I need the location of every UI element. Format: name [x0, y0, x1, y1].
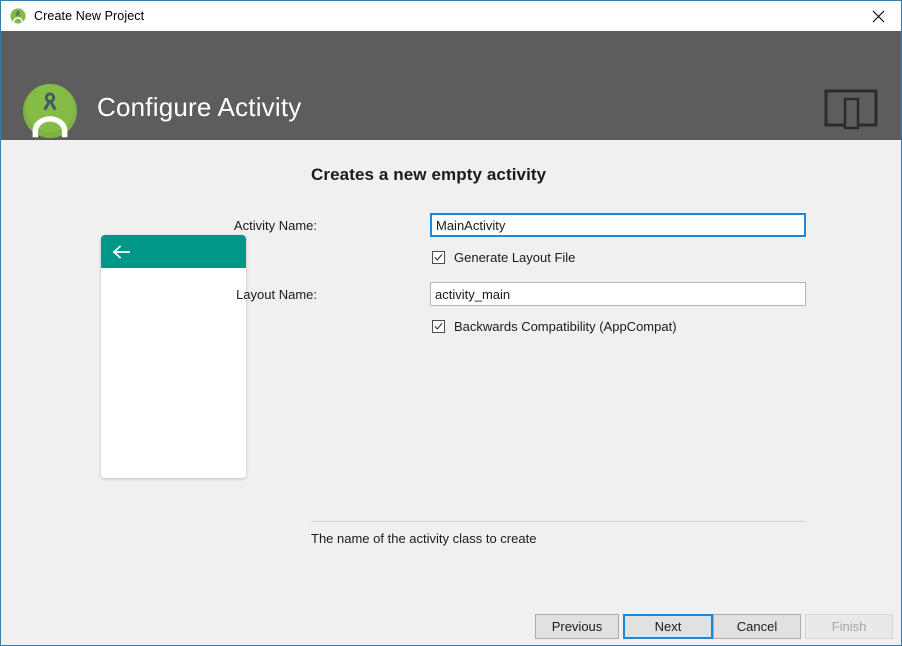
next-button[interactable]: Next	[623, 614, 713, 639]
backwards-compatibility-checkbox[interactable]: Backwards Compatibility (AppCompat)	[432, 319, 677, 334]
help-text: The name of the activity class to create	[311, 531, 537, 546]
arrow-left-icon	[112, 244, 130, 259]
checkmark-icon	[434, 254, 443, 261]
generate-layout-label: Generate Layout File	[454, 250, 576, 265]
layout-name-input[interactable]	[430, 282, 806, 306]
window-title: Create New Project	[34, 9, 145, 23]
activity-preview	[101, 235, 246, 478]
layout-name-label: Layout Name:	[236, 287, 317, 302]
cancel-button[interactable]: Cancel	[713, 614, 801, 639]
previous-button[interactable]: Previous	[535, 614, 619, 639]
finish-button: Finish	[805, 614, 893, 639]
backwards-compatibility-label: Backwards Compatibility (AppCompat)	[454, 319, 677, 334]
preview-app-bar	[101, 235, 246, 268]
dialog-footer: Previous Next Cancel Finish	[1, 606, 901, 645]
close-icon	[872, 10, 884, 22]
generate-layout-checkbox[interactable]: Generate Layout File	[432, 250, 575, 265]
dialog-header: Configure Activity	[1, 31, 901, 140]
section-title: Creates a new empty activity	[311, 165, 547, 184]
checkmark-icon	[434, 323, 443, 330]
android-studio-logo	[23, 84, 77, 138]
create-new-project-dialog: Create New Project Configure Activity Cr…	[0, 0, 902, 646]
activity-name-label: Activity Name:	[233, 218, 317, 233]
title-bar: Create New Project	[1, 1, 901, 31]
dialog-body: Creates a new empty activity Activity Na…	[1, 140, 901, 645]
checkbox-box	[432, 251, 445, 264]
checkbox-box	[432, 320, 445, 333]
header-title: Configure Activity	[97, 92, 302, 122]
android-studio-icon	[10, 8, 26, 24]
activity-name-input[interactable]	[430, 213, 806, 237]
help-separator	[311, 521, 806, 522]
close-button[interactable]	[855, 1, 901, 31]
tablet-phone-preview-icon	[824, 89, 878, 130]
